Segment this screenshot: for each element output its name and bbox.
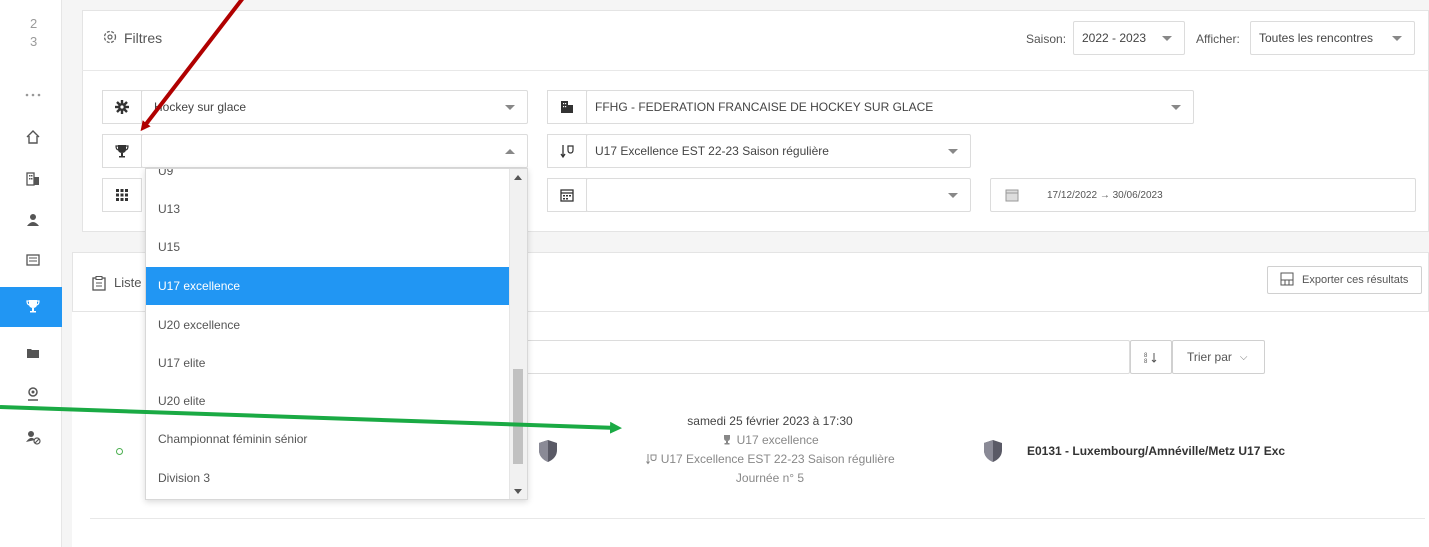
chevron-down-icon: [948, 149, 958, 154]
building-icon: [561, 101, 573, 113]
home-team-shield-icon: [539, 440, 557, 462]
match-round: Journée n° 5: [735, 471, 805, 485]
trophy-icon: [721, 434, 733, 449]
match-competition: U17 Excellence EST 22-23 Saison régulièr…: [660, 452, 895, 466]
dropdown-option[interactable]: U17 elite: [146, 344, 510, 382]
dropdown-option[interactable]: U15: [146, 228, 510, 266]
user-blocked-icon[interactable]: [0, 422, 62, 452]
chevron-down-icon: [1171, 105, 1181, 110]
trophy-icon: [26, 300, 40, 313]
category-icon-box: [102, 134, 142, 168]
grid-icon-box: [102, 178, 142, 212]
sidebar: 2 3: [0, 0, 62, 547]
chevron-down-icon: [505, 105, 515, 110]
calendar-icon-box: [547, 178, 587, 212]
list-title: Liste: [114, 275, 142, 290]
competition-sort-icon: [560, 145, 574, 159]
match-datetime: samedi 25 février 2023 à 17:30: [687, 414, 853, 428]
dropdown-option[interactable]: U20 elite: [146, 382, 510, 420]
sort-label: Trier par: [1187, 350, 1232, 364]
folder-icon[interactable]: [0, 338, 62, 368]
away-team-shield-icon: [984, 440, 1002, 462]
dropdown-option[interactable]: U20 excellence: [146, 306, 510, 344]
export-button[interactable]: Exporter ces résultats: [1267, 266, 1422, 294]
sport-value: Hockey sur glace: [154, 100, 247, 114]
chevron-up-icon: [505, 149, 515, 154]
filters-title: Filtres: [124, 30, 163, 46]
sidebar-number: 2: [30, 16, 38, 31]
sort-icon: 88: [1144, 353, 1157, 364]
dropdown-scrollbar[interactable]: [509, 169, 527, 499]
sidebar-item-competitions[interactable]: [0, 287, 62, 327]
divider: [82, 70, 1429, 71]
season-select[interactable]: 2022 - 2023: [1073, 21, 1185, 55]
match-competition-line: U17 Excellence EST 22-23 Saison régulièr…: [620, 452, 920, 468]
sport-icon-box: [102, 90, 142, 124]
sort-direction-button[interactable]: 88: [1130, 340, 1172, 374]
sidebar-number: 3: [30, 34, 38, 49]
clipboard-icon: [92, 276, 106, 296]
federation-value: FFHG - FEDERATION FRANCAISE DE HOCKEY SU…: [595, 100, 934, 114]
show-select[interactable]: Toutes les rencontres: [1250, 21, 1415, 55]
competition-sort-icon: [645, 453, 657, 468]
scroll-up-icon[interactable]: [514, 175, 522, 180]
dropdown-option[interactable]: U9: [146, 169, 510, 190]
calendar-icon: [1005, 188, 1019, 205]
row-divider: [90, 518, 1425, 519]
chevron-down-icon: [1392, 36, 1402, 41]
sport-select[interactable]: Hockey sur glace: [141, 90, 528, 124]
show-value: Toutes les rencontres: [1259, 31, 1374, 45]
category-dropdown: U9 U13 U15 U17 excellence U20 excellence…: [145, 168, 528, 500]
scroll-down-icon[interactable]: [514, 489, 522, 494]
more-icon[interactable]: [0, 80, 62, 110]
grid-icon: [116, 189, 128, 201]
federation-select[interactable]: FFHG - FEDERATION FRANCAISE DE HOCKEY SU…: [586, 90, 1194, 124]
season-value: 2022 - 2023: [1082, 31, 1147, 45]
export-label: Exporter ces résultats: [1302, 274, 1409, 286]
svg-text:8: 8: [1144, 359, 1148, 364]
season-label: Saison:: [1026, 32, 1067, 46]
date-range-value: 17/12/2022 → 30/06/2023: [1047, 190, 1163, 201]
match-category-line: U17 excellence: [620, 433, 920, 449]
calendar-select[interactable]: [586, 178, 971, 212]
competition-value: U17 Excellence EST 22-23 Saison régulièr…: [595, 144, 829, 158]
calendar-icon: [560, 189, 574, 202]
match-category: U17 excellence: [736, 433, 819, 447]
newspaper-icon[interactable]: [0, 245, 62, 275]
settings-icon: [102, 29, 120, 47]
chevron-down-icon: [1162, 36, 1172, 41]
dropdown-option[interactable]: U13: [146, 190, 510, 228]
scrollbar-thumb[interactable]: [513, 369, 523, 464]
show-label: Afficher:: [1196, 32, 1240, 46]
gear-icon: [115, 100, 129, 114]
competition-icon-box: [547, 134, 587, 168]
dropdown-option-selected[interactable]: U17 excellence: [146, 267, 510, 305]
away-team-name[interactable]: E0131 - Luxembourg/Amnéville/Metz U17 Ex…: [1027, 444, 1285, 458]
search-input[interactable]: [480, 340, 1130, 374]
export-icon: [1280, 272, 1294, 289]
user-group-icon[interactable]: [0, 205, 62, 235]
dropdown-option[interactable]: Division 3: [146, 459, 510, 497]
status-dot: [116, 448, 123, 455]
home-icon[interactable]: [0, 122, 62, 152]
date-range-field[interactable]: 17/12/2022 → 30/06/2023: [990, 178, 1416, 212]
competition-select[interactable]: U17 Excellence EST 22-23 Saison régulièr…: [586, 134, 971, 168]
trophy-icon: [115, 145, 129, 158]
building-icon[interactable]: [0, 164, 62, 194]
sort-by-button[interactable]: Trier par ⌵: [1172, 340, 1265, 374]
category-select[interactable]: [141, 134, 528, 168]
chevron-down-icon: ⌵: [1239, 351, 1248, 363]
chevron-down-icon: [948, 193, 958, 198]
location-icon[interactable]: [0, 379, 62, 409]
federation-icon-box: [547, 90, 587, 124]
dropdown-option[interactable]: Championnat féminin sénior: [146, 420, 510, 458]
